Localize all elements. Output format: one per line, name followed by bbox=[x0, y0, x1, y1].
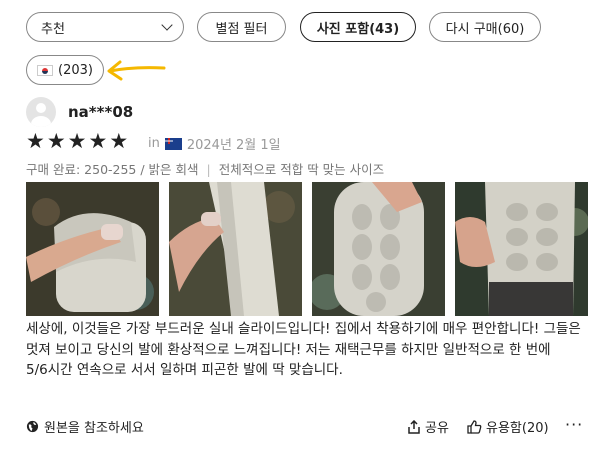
repurchase-filter-button[interactable]: 다시 구매(60) bbox=[429, 12, 541, 42]
thumbs-up-icon bbox=[467, 419, 482, 434]
fit-info: 전체적으로 적합 딱 맞는 사이즈 bbox=[218, 162, 385, 177]
australia-flag-icon bbox=[164, 137, 182, 150]
chevron-down-icon bbox=[161, 19, 173, 31]
review-photo-2[interactable] bbox=[169, 182, 302, 316]
in-label: in bbox=[148, 136, 160, 151]
star-filter-button[interactable]: 별점 필터 bbox=[197, 12, 286, 42]
more-icon[interactable]: ··· bbox=[565, 415, 583, 434]
review-photo-3[interactable] bbox=[312, 182, 445, 316]
reviewer-name: na***08 bbox=[68, 103, 134, 121]
review-photo-4[interactable] bbox=[455, 182, 588, 316]
star-icon: ★ bbox=[46, 129, 66, 153]
purchase-info: 구매 완료: 250-255 / 밝은 회색 | 전체적으로 적합 딱 맞는 사이즈 bbox=[26, 159, 384, 178]
star-icon: ★ bbox=[67, 129, 87, 153]
arrow-annotation-icon bbox=[107, 60, 166, 81]
repurchase-filter-label: 다시 구매(60) bbox=[445, 21, 525, 37]
review-text: 세상에, 이것들은 가장 부드러운 실내 슬라이드입니다! 집에서 착용하기에 … bbox=[26, 321, 581, 378]
review-photo-1[interactable] bbox=[26, 182, 159, 316]
country-count: (203) bbox=[58, 62, 93, 78]
review-date: 2024년 2월 1일 bbox=[186, 138, 281, 153]
share-button[interactable]: 공유 bbox=[407, 417, 449, 436]
korea-flag-icon bbox=[37, 64, 54, 76]
sort-label: 추천 bbox=[41, 21, 65, 37]
user-avatar-icon bbox=[26, 97, 56, 127]
star-icon: ★ bbox=[88, 129, 108, 153]
star-icon: ★ bbox=[109, 129, 129, 153]
share-label: 공유 bbox=[425, 421, 449, 436]
globe-icon bbox=[26, 420, 39, 433]
see-original-link[interactable]: 원본을 참조하세요 bbox=[26, 417, 144, 436]
helpful-label: 유용함(20) bbox=[486, 421, 549, 436]
share-icon bbox=[408, 419, 420, 434]
sort-dropdown[interactable]: 추천 bbox=[26, 12, 184, 42]
photos-filter-button[interactable]: 사진 포함(43) bbox=[300, 12, 416, 42]
divider: | bbox=[206, 162, 211, 177]
star-filter-label: 별점 필터 bbox=[215, 21, 268, 37]
review-footer: 원본을 참조하세요 공유 유용함(20) ··· bbox=[0, 415, 612, 437]
see-original-label: 원본을 참조하세요 bbox=[44, 421, 144, 436]
photos-filter-label: 사진 포함(43) bbox=[316, 21, 400, 37]
star-rating: ★ ★ ★ ★ ★ bbox=[26, 130, 128, 152]
star-icon: ★ bbox=[26, 129, 45, 153]
helpful-button[interactable]: 유용함(20) bbox=[467, 417, 549, 436]
review-meta: in 2024년 2월 1일 bbox=[148, 134, 281, 153]
purchase-variant: 구매 완료: 250-255 / 밝은 회색 bbox=[26, 162, 199, 177]
country-filter-button[interactable]: (203) bbox=[26, 55, 104, 85]
